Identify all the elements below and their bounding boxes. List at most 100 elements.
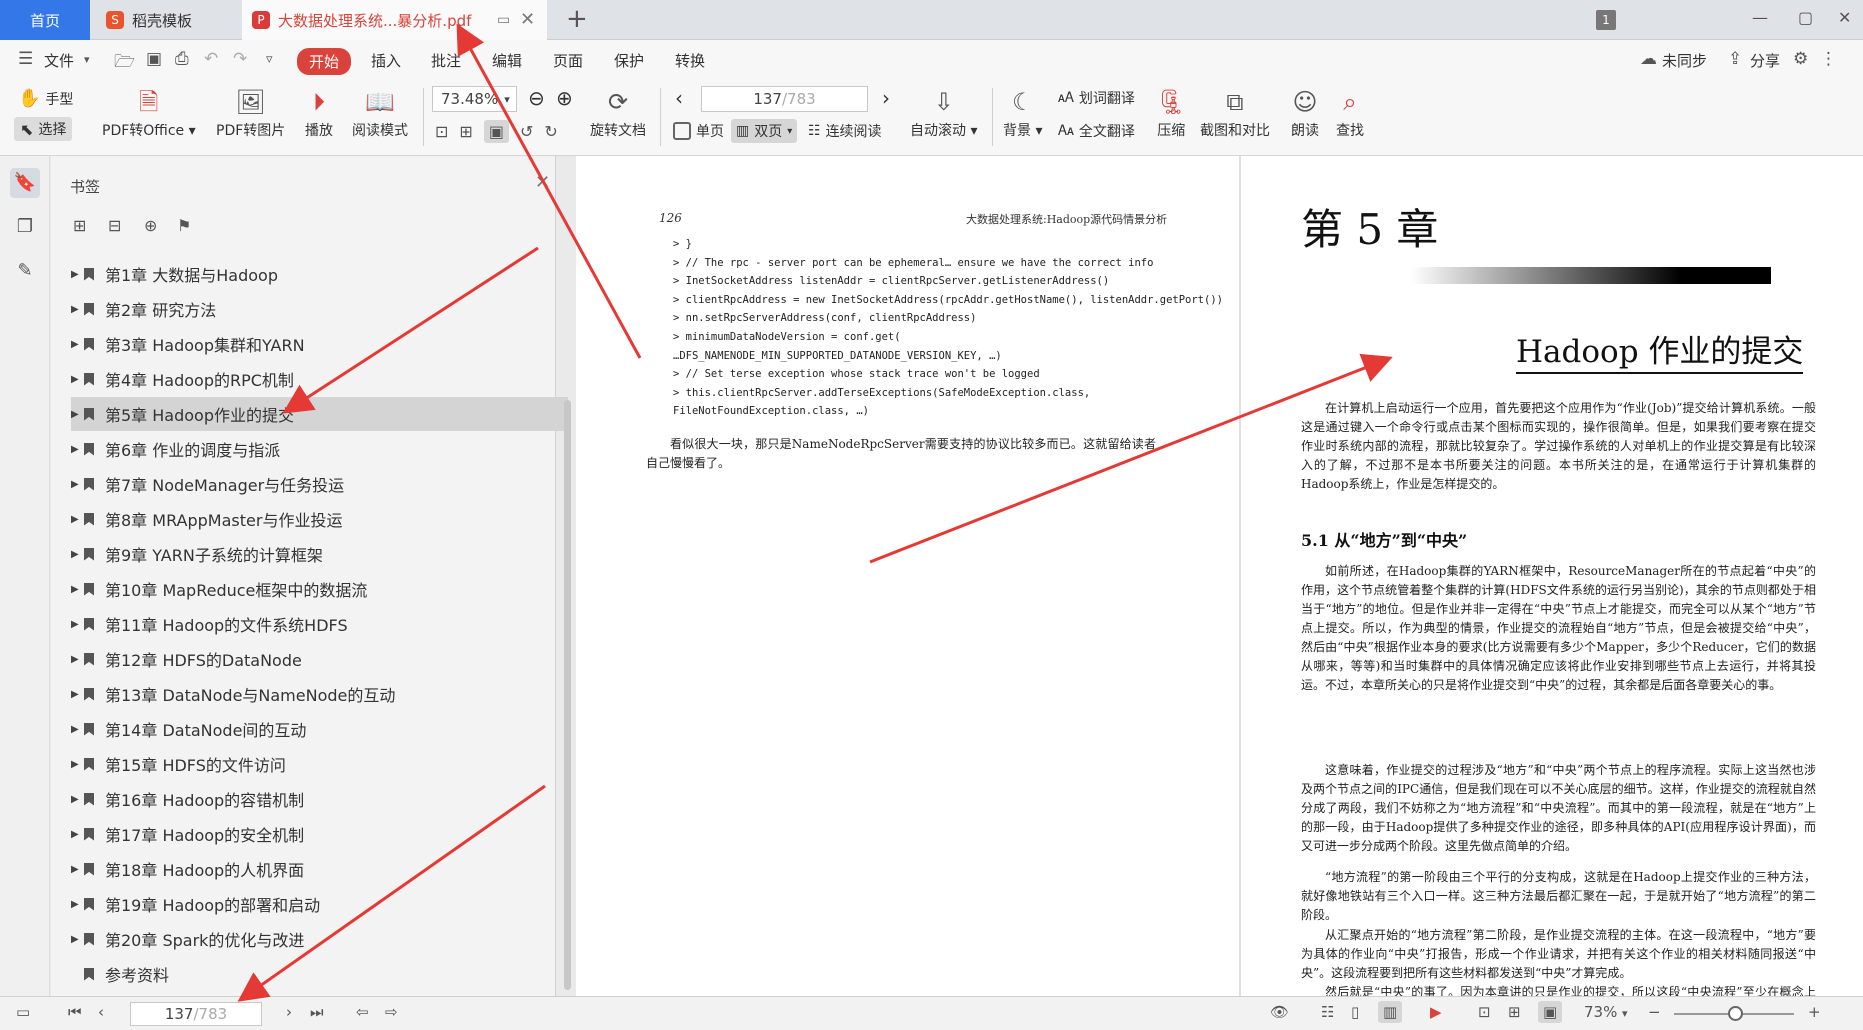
auto-scroll-button[interactable]: ⇩ 自动滚动 ▾ <box>910 84 977 140</box>
bookmark-item[interactable]: ▶ 第4章 Hadoop的RPC机制 <box>71 362 568 396</box>
screenshot-compare-button[interactable]: ⧉ 截图和对比 <box>1200 84 1270 140</box>
expand-triangle-icon[interactable]: ▶ <box>71 374 84 385</box>
menu-start[interactable]: 开始 <box>297 48 352 75</box>
prev-page-icon[interactable]: ‹ <box>675 86 683 110</box>
menu-protect[interactable]: 保护 <box>614 50 644 71</box>
expand-triangle-icon[interactable]: ▶ <box>71 829 84 840</box>
toggle-sidebar-icon[interactable]: ▭ <box>16 1003 30 1021</box>
expand-triangle-icon[interactable]: ▶ <box>71 549 84 560</box>
expand-triangle-icon[interactable]: ▶ <box>71 654 84 665</box>
zoom-input[interactable]: 73.48% ▾ <box>432 86 517 112</box>
full-translate-button[interactable]: 🗛 全文翻译 <box>1058 121 1135 141</box>
expand-triangle-icon[interactable]: ▶ <box>71 759 84 770</box>
close-window-icon[interactable]: ✕ <box>1838 8 1851 27</box>
settings-gear-icon[interactable]: ⚙ <box>1793 49 1808 69</box>
fit-page-icon[interactable]: ⊞ <box>459 122 472 141</box>
bookmark-item[interactable]: 参考资料 <box>71 957 568 991</box>
expand-triangle-icon[interactable]: ▶ <box>71 339 84 350</box>
more-options-icon[interactable]: ⋮ <box>1820 49 1837 69</box>
compress-button[interactable]: 🗜 压缩 <box>1156 84 1186 140</box>
menu-edit[interactable]: 编辑 <box>492 50 522 71</box>
menu-convert[interactable]: 转换 <box>675 50 705 71</box>
restore-window-icon[interactable]: ▭ <box>497 12 510 28</box>
annotation-panel-icon[interactable]: ✎ <box>10 256 40 286</box>
expand-all-icon[interactable]: ⊞ <box>73 216 86 235</box>
pdf-to-office-button[interactable]: 🗎 PDF转Office ▾ <box>102 84 196 140</box>
bookmark-panel-icon[interactable]: 🔖 <box>10 168 40 198</box>
expand-triangle-icon[interactable]: ▶ <box>71 269 84 280</box>
window-count-badge[interactable]: 1 <box>1596 10 1616 30</box>
tab-template[interactable]: S 稻壳模板 <box>92 0 240 40</box>
bookmark-item[interactable]: ▶ 第11章 Hadoop的文件系统HDFS <box>71 607 568 641</box>
bookmark-item[interactable]: ▶ 第9章 YARN子系统的计算框架 <box>71 537 568 571</box>
status-fit-width-icon[interactable]: ▣ <box>1538 1001 1563 1023</box>
menu-insert[interactable]: 插入 <box>371 50 401 71</box>
expand-triangle-icon[interactable]: ▶ <box>71 584 84 595</box>
status-actual-size-icon[interactable]: ⊡ <box>1478 1003 1491 1021</box>
status-fit-page-icon[interactable]: ⊞ <box>1508 1003 1521 1021</box>
expand-triangle-icon[interactable]: ▶ <box>71 689 84 700</box>
maximize-icon[interactable]: ▢ <box>1798 8 1813 27</box>
read-aloud-button[interactable]: ☺ 朗读 <box>1291 84 1319 140</box>
expand-triangle-icon[interactable]: ▶ <box>71 899 84 910</box>
status-double-page-icon[interactable]: ▥ <box>1378 1001 1403 1023</box>
print-icon[interactable]: ⎙ <box>175 49 189 69</box>
status-prev-page-icon[interactable]: ‹ <box>98 1003 104 1021</box>
double-page-button[interactable]: ▥ 双页 ▾ <box>731 119 798 143</box>
find-button[interactable]: ⌕ 查找 <box>1336 84 1364 140</box>
status-play-icon[interactable]: ▶ <box>1430 1003 1442 1021</box>
bookmark-item[interactable]: ▶ 第2章 研究方法 <box>71 292 568 326</box>
bookmark-item[interactable]: ▶ 第16章 Hadoop的容错机制 <box>71 782 568 816</box>
first-page-icon[interactable]: ⏮ <box>68 1003 82 1021</box>
minimize-icon[interactable]: — <box>1752 8 1768 27</box>
word-translate-button[interactable]: 🗚 划词翻译 <box>1058 88 1135 108</box>
share-icon[interactable]: ⇪ <box>1728 49 1742 69</box>
menu-page[interactable]: 页面 <box>553 50 583 71</box>
bookmark-item[interactable]: ▶ 第14章 DataNode间的互动 <box>71 712 568 746</box>
unsynced-status[interactable]: 未同步 <box>1662 50 1707 71</box>
continuous-read-button[interactable]: ☷ 连续阅读 <box>808 121 882 141</box>
close-panel-icon[interactable]: ✕ <box>535 172 550 193</box>
bookmark-item[interactable]: ▶ 第3章 Hadoop集群和YARN <box>71 327 568 361</box>
expand-triangle-icon[interactable]: ▶ <box>71 409 84 420</box>
bookmark-item[interactable]: ▶ 第10章 MapReduce框架中的数据流 <box>71 572 568 606</box>
bookmark-item[interactable]: ▶ 第19章 Hadoop的部署和启动 <box>71 887 568 921</box>
status-zoom-out-icon[interactable]: − <box>1648 1003 1661 1021</box>
bookmark-item[interactable]: ▶ 第7章 NodeManager与任务投运 <box>71 467 568 501</box>
status-single-page-icon[interactable]: ▯ <box>1351 1003 1359 1021</box>
expand-triangle-icon[interactable]: ▶ <box>71 794 84 805</box>
rotate-left-icon[interactable]: ↺ <box>520 122 533 141</box>
bookmark-scrollbar[interactable] <box>564 400 571 990</box>
chevron-down-icon[interactable]: ▾ <box>84 53 90 66</box>
last-page-icon[interactable]: ⏭ <box>310 1003 324 1021</box>
bookmark-item[interactable]: ▶ 第1章 大数据与Hadoop <box>71 257 568 291</box>
thumbnail-panel-icon[interactable]: ❐ <box>10 212 40 242</box>
share-button[interactable]: 分享 <box>1750 50 1780 71</box>
single-page-button[interactable]: 单页 <box>673 121 724 141</box>
zoom-out-icon[interactable]: ⊖ <box>528 86 545 110</box>
expand-triangle-icon[interactable]: ▶ <box>71 864 84 875</box>
status-next-page-icon[interactable]: › <box>286 1003 292 1021</box>
play-button[interactable]: ⏵ 播放 <box>305 84 333 140</box>
expand-triangle-icon[interactable]: ▶ <box>71 304 84 315</box>
new-tab-plus-icon[interactable]: + <box>566 4 588 34</box>
page-number-input[interactable]: 137/783 <box>701 86 868 112</box>
save-icon[interactable]: ▣ <box>146 49 162 69</box>
status-page-input[interactable]: 137/783 <box>130 1002 262 1026</box>
bookmark-item[interactable]: ▶ 第8章 MRAppMaster与作业投运 <box>71 502 568 536</box>
hamburger-menu-icon[interactable]: ☰ <box>18 49 33 69</box>
background-button[interactable]: ☾ 背景 ▾ <box>1003 84 1042 140</box>
bookmark-item[interactable]: ▶ 第13章 DataNode与NameNode的互动 <box>71 677 568 711</box>
zoom-dropdown-icon[interactable]: ▾ <box>504 93 510 106</box>
select-tool-button[interactable]: ⬉ 选择 <box>14 117 73 141</box>
fit-width-icon[interactable]: ▣ <box>483 120 509 143</box>
undo-icon[interactable]: ↶ <box>204 49 218 69</box>
zoom-slider-handle[interactable] <box>1728 1006 1743 1021</box>
eye-protection-icon[interactable]: 👁 <box>1270 1003 1289 1021</box>
go-forward-icon[interactable]: ⇨ <box>385 1003 398 1021</box>
expand-triangle-icon[interactable]: ▶ <box>71 934 84 945</box>
bookmark-item[interactable]: ▶ 第15章 HDFS的文件访问 <box>71 747 568 781</box>
pdf-to-image-button[interactable]: 🖼 PDF转图片 <box>216 84 285 140</box>
status-zoom-value[interactable]: 73% <box>1584 1003 1617 1021</box>
bookmark-item[interactable]: ▶ 第20章 Spark的优化与改进 <box>71 922 568 956</box>
